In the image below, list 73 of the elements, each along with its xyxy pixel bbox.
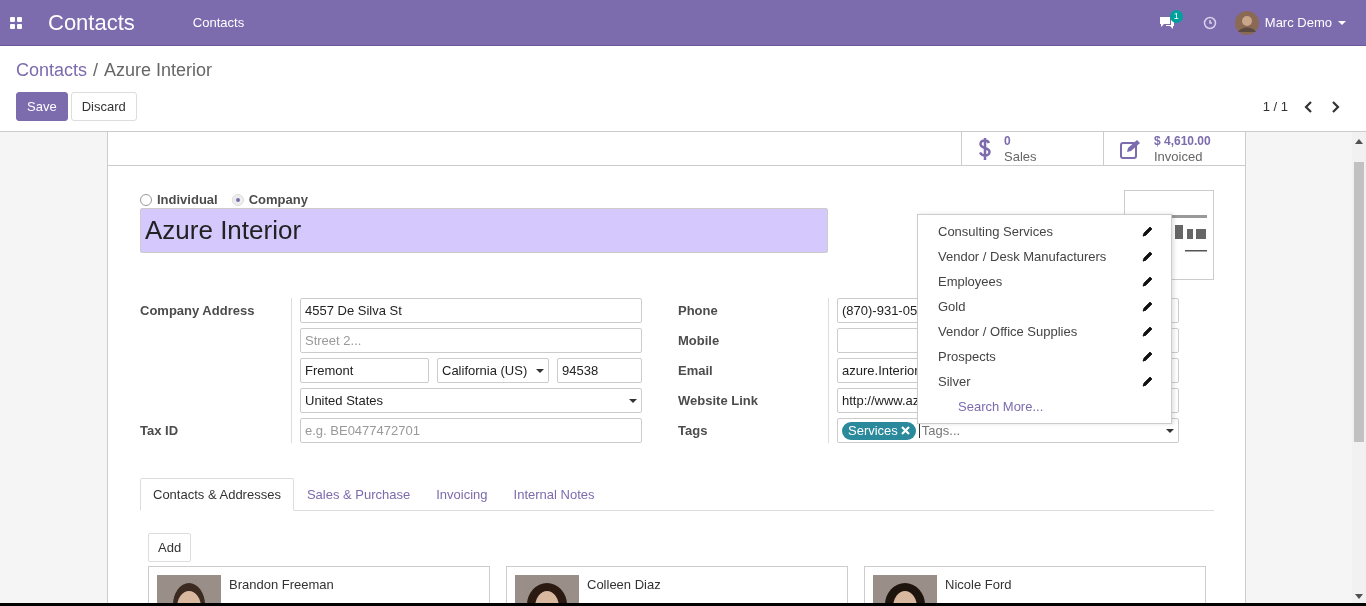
notification-badge: 1 (1169, 9, 1183, 23)
dropdown-item[interactable]: Prospects (918, 344, 1171, 369)
app-title: Contacts (48, 9, 135, 37)
pencil-icon (1142, 351, 1153, 362)
add-button[interactable]: Add (148, 533, 192, 562)
pencil-icon (1142, 376, 1153, 387)
stat-value: $ 4,610.00 (1154, 134, 1211, 149)
pencil-icon (1142, 276, 1153, 287)
tag-chip[interactable]: Services (842, 421, 916, 440)
tab[interactable]: Sales & Purchase (293, 478, 424, 511)
field-label: Company Address (140, 302, 256, 319)
country-dropdown[interactable]: United States (300, 388, 642, 413)
scroll-up-icon (1355, 139, 1363, 144)
stat-label: Invoiced (1154, 149, 1204, 164)
save-button[interactable]: Save (16, 92, 68, 121)
field-label: Mobile (678, 332, 721, 349)
edit-icon (1120, 139, 1142, 159)
field-label: Tags (678, 422, 709, 439)
dropdown-item[interactable]: Employees (918, 269, 1171, 294)
field-label: Tax ID (140, 422, 179, 440)
apps-icon (10, 16, 22, 29)
dollar-icon (978, 137, 992, 161)
dropdown-item[interactable]: Vendor / Office Supplies (918, 319, 1171, 344)
dropdown-item[interactable]: Consulting Services (918, 219, 1171, 244)
previous-icon[interactable] (1304, 100, 1314, 113)
chat-icon (1158, 15, 1175, 30)
dropdown-item[interactable]: Gold (918, 294, 1171, 319)
clock-icon (1202, 15, 1217, 30)
street-field[interactable]: 4557 De Silva St (300, 298, 642, 323)
remove-icon (900, 426, 910, 435)
next-icon[interactable] (1330, 100, 1340, 113)
tab[interactable]: Internal Notes (500, 478, 608, 511)
search-more-link[interactable]: Search More... (918, 394, 1171, 419)
breadcrumb-separator: / (93, 58, 99, 82)
pager-value: 1 / 1 (1262, 97, 1288, 116)
pencil-icon (1142, 251, 1153, 262)
stat-label: Sales (1004, 149, 1037, 164)
discard-button[interactable]: Discard (70, 92, 137, 121)
breadcrumb-link[interactable]: Contacts (16, 56, 88, 84)
avatar-icon (1234, 10, 1259, 35)
pencil-icon (1142, 301, 1153, 312)
caret-icon (1166, 428, 1174, 433)
breadcrumb-current: Azure Interior (104, 58, 213, 82)
city-field[interactable]: Fremont (300, 358, 429, 383)
caret-icon (536, 368, 544, 373)
radio-button[interactable] (140, 194, 152, 206)
pencil-icon (1142, 326, 1153, 337)
radio-option[interactable]: Company (231, 190, 308, 210)
caret-icon (1338, 20, 1346, 25)
user-menu[interactable]: Marc Demo (1234, 10, 1346, 35)
field-label: Website Link (678, 392, 759, 409)
pencil-icon (1142, 226, 1153, 237)
tab[interactable]: Invoicing (423, 478, 501, 511)
tab[interactable]: Contacts & Addresses (140, 478, 294, 511)
stat-button[interactable]: 0 Sales (961, 132, 1103, 166)
scrollbar[interactable] (1352, 132, 1366, 603)
field-label: Email (678, 362, 714, 379)
dropdown-item[interactable]: Vendor / Desk Manufacturers (918, 244, 1171, 269)
contact-name: Nicole Ford (945, 576, 1012, 594)
name-field[interactable]: Azure Interior (140, 208, 828, 253)
caret-icon (629, 398, 637, 403)
scroll-down-icon (1355, 594, 1363, 599)
contact-name: Brandon Freeman (229, 576, 334, 594)
stat-button[interactable]: $ 4,610.00 Invoiced (1103, 132, 1245, 166)
state-dropdown[interactable]: California (US) (437, 358, 549, 383)
zip-field[interactable]: 94538 (557, 358, 642, 383)
field-label: Phone (678, 302, 719, 319)
contact-name: Colleen Diaz (587, 576, 661, 594)
radio-option[interactable]: Individual (140, 190, 218, 210)
user-name: Marc Demo (1264, 13, 1332, 32)
dropdown-item[interactable]: Silver (918, 369, 1171, 394)
menu-link[interactable]: Contacts (192, 12, 245, 33)
stat-value: 0 (1004, 134, 1012, 149)
